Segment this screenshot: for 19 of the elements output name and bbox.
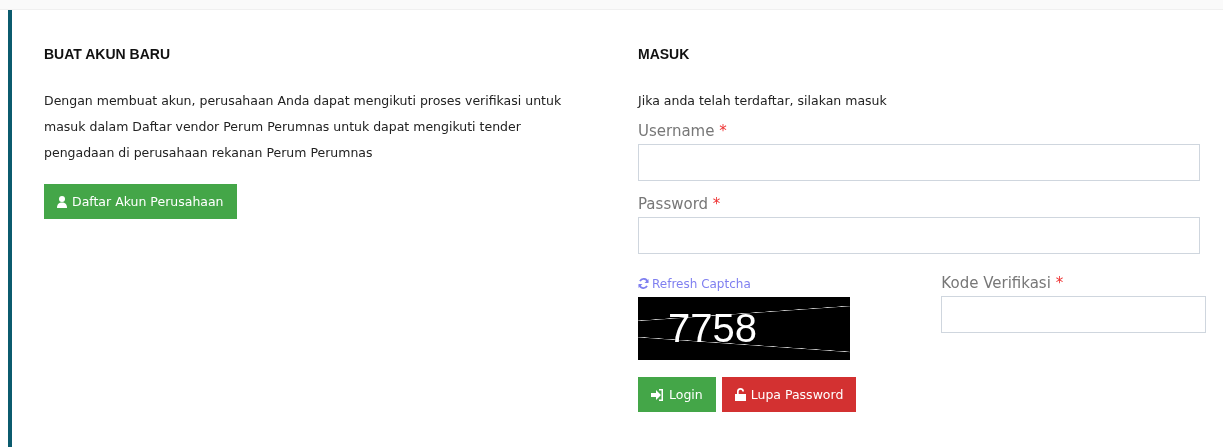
field-label: Password *: [638, 195, 722, 213]
sign-in-icon: [651, 388, 664, 401]
field-label: Kode Verifikasi *: [941, 274, 1065, 292]
input-field[interactable]: [638, 144, 1200, 181]
login-button[interactable]: Login: [638, 377, 716, 412]
description-text: Jika anda telah terdaftar, silakan masuk: [638, 92, 887, 110]
refresh-captcha-link[interactable]: Refresh Captcha: [638, 276, 751, 291]
forgot-password-button[interactable]: Lupa Password: [721, 377, 857, 412]
input-field[interactable]: [941, 296, 1207, 333]
input-field[interactable]: [638, 217, 1200, 254]
description-text: Dengan membuat akun, perusahaan Anda dapat mengikuti proses verifikasi untuk masuk dalam Daftar vendor Perum Perumnas untuk dapat mengikuti tender pengadaan di perusahaan rekanan Perum Perumnas: [44, 92, 563, 162]
field-label: Username *: [638, 122, 728, 140]
user-icon: [57, 195, 67, 208]
section-title: MASUK: [638, 46, 690, 62]
refresh-icon: [638, 278, 649, 289]
section-title: BUAT AKUN BARU: [44, 46, 170, 62]
unlock-icon: [734, 388, 746, 401]
captcha-code: 7758: [668, 306, 757, 351]
register-button[interactable]: Daftar Akun Perusahaan: [44, 184, 237, 219]
